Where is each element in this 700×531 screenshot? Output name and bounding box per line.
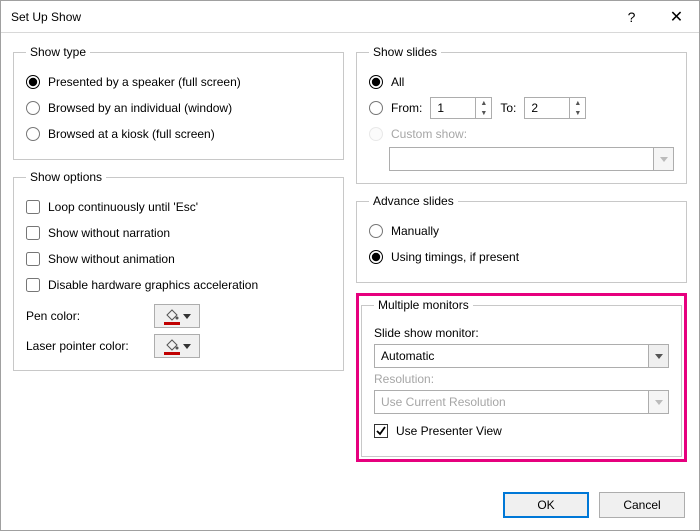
chevron-down-icon xyxy=(655,354,663,359)
close-button[interactable]: ✕ xyxy=(654,1,699,33)
opt-no-hwaccel[interactable]: Disable hardware graphics acceleration xyxy=(26,272,331,298)
radio-individual[interactable] xyxy=(26,101,40,115)
checkbox-no-narration-label: Show without narration xyxy=(48,226,170,240)
laser-color-row: Laser pointer color: xyxy=(26,334,331,358)
checkbox-loop-label: Loop continuously until 'Esc' xyxy=(48,200,198,214)
left-column: Show type Presented by a speaker (full s… xyxy=(13,45,344,462)
radio-all[interactable] xyxy=(369,75,383,89)
combo-arrow xyxy=(653,148,673,170)
from-spinner[interactable]: 1 ▲▼ xyxy=(430,97,492,119)
dialog-body: Show type Presented by a speaker (full s… xyxy=(1,33,699,462)
show-type-kiosk[interactable]: Browsed at a kiosk (full screen) xyxy=(26,121,331,147)
advance-slides-group: Advance slides Manually Using timings, i… xyxy=(356,194,687,283)
pen-color-swatch xyxy=(164,322,180,325)
radio-from[interactable] xyxy=(369,101,383,115)
checkbox-no-animation-label: Show without animation xyxy=(48,252,175,266)
resolution-combo: Use Current Resolution xyxy=(374,390,669,414)
radio-custom xyxy=(369,127,383,141)
checkbox-no-hwaccel[interactable] xyxy=(26,278,40,292)
opt-loop[interactable]: Loop continuously until 'Esc' xyxy=(26,194,331,220)
ok-button[interactable]: OK xyxy=(503,492,589,518)
resolution-value: Use Current Resolution xyxy=(375,395,648,409)
laser-color-button[interactable] xyxy=(154,334,200,358)
checkbox-loop[interactable] xyxy=(26,200,40,214)
advance-timings[interactable]: Using timings, if present xyxy=(369,244,674,270)
radio-presenter[interactable] xyxy=(26,75,40,89)
combo-arrow xyxy=(648,391,668,413)
from-value[interactable]: 1 xyxy=(431,101,475,115)
to-spinner[interactable]: 2 ▲▼ xyxy=(524,97,586,119)
highlight-box: Multiple monitors Slide show monitor: Au… xyxy=(356,293,687,462)
chevron-down-icon xyxy=(660,157,668,162)
show-type-individual[interactable]: Browsed by an individual (window) xyxy=(26,95,331,121)
chevron-down-icon xyxy=(655,400,663,405)
show-options-group: Show options Loop continuously until 'Es… xyxy=(13,170,344,371)
paint-bucket-icon xyxy=(164,309,180,323)
radio-timings[interactable] xyxy=(369,250,383,264)
pen-color-button[interactable] xyxy=(154,304,200,328)
monitor-label: Slide show monitor: xyxy=(374,326,669,340)
pen-color-row: Pen color: xyxy=(26,304,331,328)
to-label: To: xyxy=(500,101,516,115)
cancel-button[interactable]: Cancel xyxy=(599,492,685,518)
combo-arrow[interactable] xyxy=(648,345,668,367)
advance-slides-legend: Advance slides xyxy=(369,194,458,208)
opt-no-narration[interactable]: Show without narration xyxy=(26,220,331,246)
radio-manually-label: Manually xyxy=(391,224,439,238)
slides-from-row: From: 1 ▲▼ To: 2 ▲▼ xyxy=(369,95,674,121)
pen-color-label: Pen color: xyxy=(26,309,146,323)
dialog-title: Set Up Show xyxy=(11,10,609,24)
show-type-presenter[interactable]: Presented by a speaker (full screen) xyxy=(26,69,331,95)
multiple-monitors-group: Multiple monitors Slide show monitor: Au… xyxy=(361,298,682,457)
radio-all-label: All xyxy=(391,75,404,89)
radio-custom-label: Custom show: xyxy=(391,127,467,141)
dialog-buttons: OK Cancel xyxy=(503,492,685,518)
advance-manually[interactable]: Manually xyxy=(369,218,674,244)
laser-color-label: Laser pointer color: xyxy=(26,339,146,353)
checkbox-no-hwaccel-label: Disable hardware graphics acceleration xyxy=(48,278,258,292)
radio-timings-label: Using timings, if present xyxy=(391,250,519,264)
checkbox-presenter[interactable] xyxy=(374,424,388,438)
paint-bucket-icon xyxy=(164,339,180,353)
multiple-monitors-legend: Multiple monitors xyxy=(374,298,473,312)
spinner-arrows[interactable]: ▲▼ xyxy=(475,98,491,118)
show-slides-group: Show slides All From: 1 ▲▼ To: 2 ▲▼ xyxy=(356,45,687,184)
resolution-label: Resolution: xyxy=(374,372,669,386)
chevron-down-icon xyxy=(183,344,191,349)
custom-show-combo xyxy=(389,147,674,171)
spinner-arrows[interactable]: ▲▼ xyxy=(569,98,585,118)
show-type-group: Show type Presented by a speaker (full s… xyxy=(13,45,344,160)
opt-no-animation[interactable]: Show without animation xyxy=(26,246,331,272)
show-slides-legend: Show slides xyxy=(369,45,441,59)
chevron-down-icon xyxy=(183,314,191,319)
help-button[interactable]: ? xyxy=(609,1,654,33)
radio-individual-label: Browsed by an individual (window) xyxy=(48,101,232,115)
dialog-window: Set Up Show ? ✕ Show type Presented by a… xyxy=(0,0,700,531)
monitor-value: Automatic xyxy=(375,349,648,363)
to-value[interactable]: 2 xyxy=(525,101,569,115)
checkbox-presenter-label: Use Presenter View xyxy=(396,424,502,438)
monitor-combo[interactable]: Automatic xyxy=(374,344,669,368)
show-type-legend: Show type xyxy=(26,45,90,59)
slides-custom: Custom show: xyxy=(369,121,674,147)
checkbox-no-animation[interactable] xyxy=(26,252,40,266)
show-options-legend: Show options xyxy=(26,170,106,184)
radio-manually[interactable] xyxy=(369,224,383,238)
radio-from-label: From: xyxy=(391,101,422,115)
laser-color-swatch xyxy=(164,352,180,355)
checkbox-no-narration[interactable] xyxy=(26,226,40,240)
radio-kiosk[interactable] xyxy=(26,127,40,141)
slides-all[interactable]: All xyxy=(369,69,674,95)
right-column: Show slides All From: 1 ▲▼ To: 2 ▲▼ xyxy=(356,45,687,462)
presenter-view[interactable]: Use Presenter View xyxy=(374,418,669,444)
radio-presenter-label: Presented by a speaker (full screen) xyxy=(48,75,241,89)
radio-kiosk-label: Browsed at a kiosk (full screen) xyxy=(48,127,215,141)
titlebar: Set Up Show ? ✕ xyxy=(1,1,699,33)
